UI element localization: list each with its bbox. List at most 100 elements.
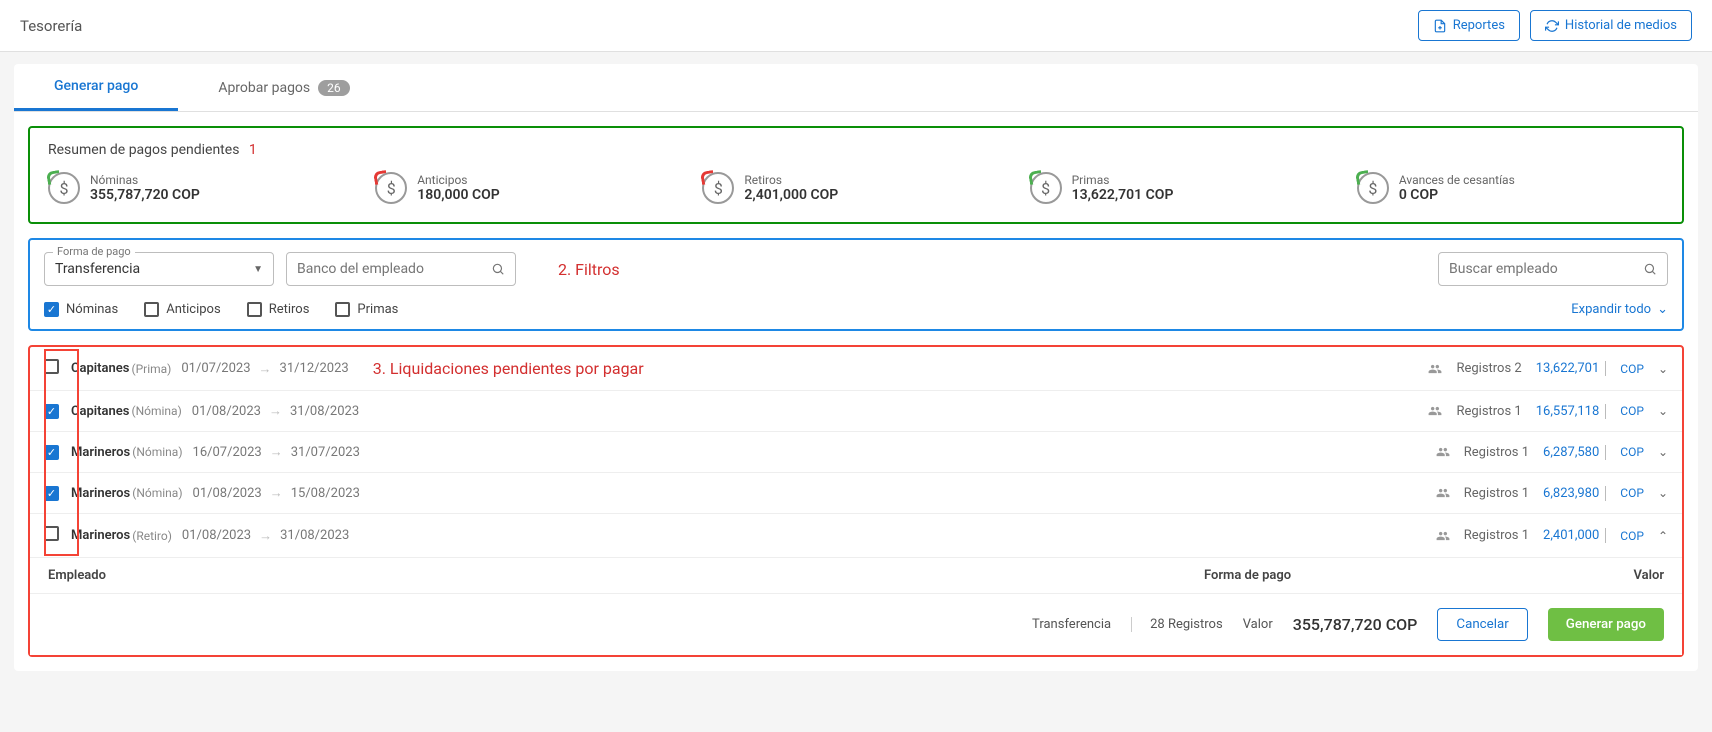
chevron-down-icon[interactable]: ⌄ bbox=[1658, 362, 1668, 376]
dollar-icon: $ bbox=[702, 172, 734, 204]
row-checkbox[interactable] bbox=[44, 526, 59, 545]
summary-value: 180,000 COP bbox=[417, 187, 500, 203]
summary-label: Retiros bbox=[744, 173, 838, 187]
row-currency: COP bbox=[1620, 529, 1644, 543]
checkbox-icon: ✓ bbox=[44, 302, 59, 317]
row-amount: 2,401,000 bbox=[1543, 528, 1606, 543]
people-icon bbox=[1436, 445, 1450, 459]
history-button[interactable]: Historial de medios bbox=[1530, 10, 1692, 41]
summary-value: 2,401,000 COP bbox=[744, 187, 838, 203]
chevron-down-icon[interactable]: ⌄ bbox=[1658, 404, 1668, 418]
row-date-from: 16/07/2023 bbox=[193, 445, 262, 460]
summary-panel: Resumen de pagos pendientes 1 $ Nóminas … bbox=[28, 126, 1684, 224]
row-date-from: 01/08/2023 bbox=[182, 528, 251, 543]
summary-item: $ Nóminas 355,787,720 COP bbox=[48, 172, 355, 204]
row-group: Marineros bbox=[71, 528, 130, 543]
main-card: Generar pago Aprobar pagos 26 Resumen de… bbox=[14, 64, 1698, 671]
summary-item: $ Primas 13,622,701 COP bbox=[1030, 172, 1337, 204]
cancel-button[interactable]: Cancelar bbox=[1437, 608, 1527, 641]
row-checkbox[interactable]: ✓ bbox=[44, 445, 59, 460]
row-checkbox[interactable]: ✓ bbox=[44, 486, 59, 501]
search-icon bbox=[1643, 262, 1657, 276]
employee-input[interactable] bbox=[1449, 261, 1643, 277]
summary-title: Resumen de pagos pendientes 1 bbox=[48, 142, 1664, 158]
row-date-from: 01/08/2023 bbox=[193, 486, 262, 501]
arrow-right-icon: → bbox=[269, 403, 282, 419]
row-date-to: 31/08/2023 bbox=[280, 528, 349, 543]
tab-generate-payment[interactable]: Generar pago bbox=[14, 64, 178, 111]
summary-item: $ Avances de cesantías 0 COP bbox=[1357, 172, 1664, 204]
bank-input[interactable] bbox=[297, 261, 491, 277]
row-type: (Nómina) bbox=[132, 445, 182, 459]
row-records: Registros 1 bbox=[1464, 486, 1529, 501]
check-retiros[interactable]: Retiros bbox=[247, 302, 310, 317]
payment-method-label: Forma de pago bbox=[53, 245, 135, 258]
arrow-right-icon: → bbox=[259, 361, 272, 377]
row-date-from: 01/07/2023 bbox=[181, 361, 250, 376]
check-anticipos[interactable]: Anticipos bbox=[144, 302, 220, 317]
row-currency: COP bbox=[1620, 445, 1644, 459]
summary-label: Nóminas bbox=[90, 173, 200, 187]
reports-button[interactable]: Reportes bbox=[1418, 10, 1520, 41]
detail-header-row: Empleado Forma de pago Valor bbox=[30, 558, 1682, 593]
row-checkbox[interactable]: ✓ bbox=[44, 404, 59, 419]
row-type: (Retiro) bbox=[132, 529, 172, 543]
row-date-to: 31/12/2023 bbox=[280, 361, 349, 376]
arrow-right-icon: → bbox=[270, 444, 283, 460]
payment-method-select[interactable]: Forma de pago Transferencia ▼ bbox=[44, 252, 274, 286]
row-type: (Nómina) bbox=[131, 404, 181, 418]
tab-approve-payments[interactable]: Aprobar pagos 26 bbox=[178, 64, 389, 111]
row-date-from: 01/08/2023 bbox=[192, 404, 261, 419]
page-header: Tesorería Reportes Historial de medios bbox=[0, 0, 1712, 52]
bank-search-input[interactable] bbox=[286, 252, 516, 286]
summary-label: Primas bbox=[1072, 173, 1174, 187]
employee-search-input[interactable] bbox=[1438, 252, 1668, 286]
row-date-to: 15/08/2023 bbox=[291, 486, 360, 501]
pending-list-panel: Capitanes (Prima) 01/07/2023 → 31/12/202… bbox=[28, 345, 1684, 657]
table-row[interactable]: Marineros (Retiro) 01/08/2023 → 31/08/20… bbox=[30, 514, 1682, 558]
chevron-down-icon[interactable]: ⌄ bbox=[1658, 445, 1668, 459]
check-primas[interactable]: Primas bbox=[335, 302, 398, 317]
row-group: Capitanes bbox=[71, 404, 129, 419]
table-row[interactable]: ✓ Marineros (Nómina) 01/08/2023 → 15/08/… bbox=[30, 473, 1682, 514]
check-anticipos-label: Anticipos bbox=[166, 302, 220, 317]
page-title: Tesorería bbox=[20, 17, 82, 35]
row-group: Marineros bbox=[71, 445, 130, 460]
checkbox-icon bbox=[335, 302, 350, 317]
chevron-up-icon[interactable]: ⌃ bbox=[1658, 529, 1668, 543]
footer-method: Transferencia bbox=[1032, 617, 1111, 632]
table-row[interactable]: ✓ Capitanes (Nómina) 01/08/2023 → 31/08/… bbox=[30, 391, 1682, 432]
filter-row-top: Forma de pago Transferencia ▼ 2. Filtros bbox=[44, 252, 1668, 286]
people-icon bbox=[1436, 529, 1450, 543]
footer-records: 28 Registros bbox=[1131, 617, 1223, 632]
table-row[interactable]: ✓ Marineros (Nómina) 16/07/2023 → 31/07/… bbox=[30, 432, 1682, 473]
summary-title-text: Resumen de pagos pendientes bbox=[48, 142, 239, 158]
row-amount: 6,287,580 bbox=[1543, 445, 1606, 460]
chevron-down-icon: ▼ bbox=[253, 264, 263, 275]
generate-payment-button[interactable]: Generar pago bbox=[1548, 608, 1664, 641]
footer-value: 355,787,720 COP bbox=[1293, 615, 1418, 634]
people-icon bbox=[1428, 404, 1442, 418]
tab-approve-label: Aprobar pagos bbox=[218, 80, 310, 96]
row-checkbox[interactable] bbox=[44, 359, 59, 378]
annotation-1: 1 bbox=[249, 142, 257, 158]
row-amount: 6,823,980 bbox=[1543, 486, 1606, 501]
dollar-icon: $ bbox=[1030, 172, 1062, 204]
summary-value: 355,787,720 COP bbox=[90, 187, 200, 203]
checkbox-icon bbox=[44, 526, 59, 541]
row-type: (Prima) bbox=[131, 362, 171, 376]
footer-value-label: Valor bbox=[1243, 617, 1273, 632]
table-row[interactable]: Capitanes (Prima) 01/07/2023 → 31/12/202… bbox=[30, 347, 1682, 391]
row-date-to: 31/08/2023 bbox=[290, 404, 359, 419]
row-records: Registros 2 bbox=[1456, 361, 1521, 376]
expand-all-button[interactable]: Expandir todo ⌄ bbox=[1571, 302, 1668, 317]
row-type: (Nómina) bbox=[132, 486, 182, 500]
people-icon bbox=[1428, 362, 1442, 376]
chevron-down-icon[interactable]: ⌄ bbox=[1658, 486, 1668, 500]
checkbox-icon: ✓ bbox=[44, 445, 59, 460]
check-nominas[interactable]: ✓ Nóminas bbox=[44, 302, 118, 317]
chevron-down-icon: ⌄ bbox=[1657, 302, 1668, 317]
checkbox-icon: ✓ bbox=[44, 404, 59, 419]
row-records: Registros 1 bbox=[1464, 528, 1529, 543]
check-primas-label: Primas bbox=[357, 302, 398, 317]
